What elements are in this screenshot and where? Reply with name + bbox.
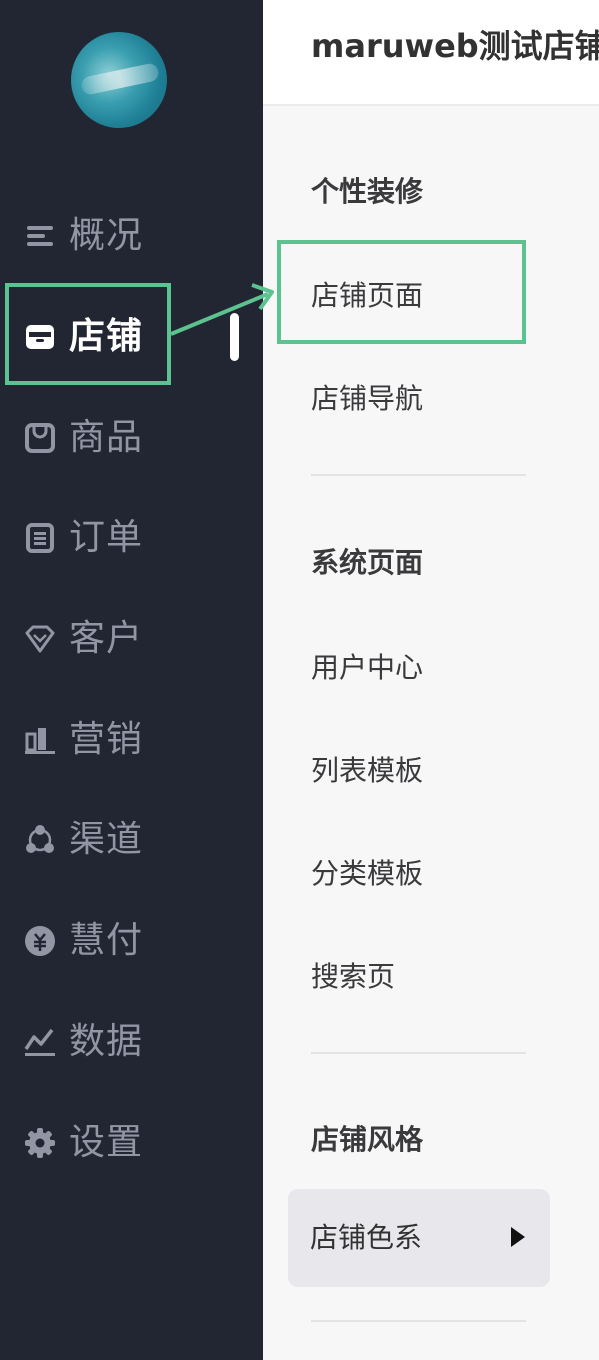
sidebar-item-settings[interactable]: 设置 — [0, 1093, 263, 1193]
sidebar-item-payment[interactable]: 慧付 — [0, 891, 263, 991]
primary-sidebar: 概况 店铺 商品 订单 客户 营销 渠道 慧付 数据 设置 — [0, 0, 263, 1360]
divider — [311, 474, 526, 476]
sidebar-item-label: 客户 — [69, 618, 144, 659]
sidebar-item-customer[interactable]: 客户 — [0, 589, 263, 689]
channel-icon — [24, 824, 56, 856]
store-avatar[interactable] — [71, 32, 167, 128]
goods-icon — [24, 422, 56, 454]
customer-icon — [24, 623, 56, 655]
group-title-store-style: 店铺风格 — [311, 1123, 424, 1156]
active-indicator — [230, 313, 239, 361]
sidebar-item-label: 概况 — [69, 215, 144, 256]
settings-icon — [24, 1127, 56, 1159]
sidebar-item-order[interactable]: 订单 — [0, 488, 263, 588]
callout-box-store — [5, 283, 171, 385]
callout-box-store-page — [277, 240, 526, 344]
subnav-item-user-center[interactable]: 用户中心 — [311, 646, 423, 686]
subnav-item-store-navigation[interactable]: 店铺导航 — [311, 377, 423, 417]
sidebar-item-label: 慧付 — [69, 920, 144, 961]
page-title: maruweb测试店铺 — [311, 27, 599, 65]
sidebar-item-marketing[interactable]: 营销 — [0, 690, 263, 790]
marketing-icon — [24, 724, 56, 756]
subnav-item-list-template[interactable]: 列表模板 — [311, 749, 423, 789]
sidebar-item-label: 数据 — [69, 1021, 144, 1062]
divider — [311, 1052, 526, 1054]
expand-arrow-icon — [511, 1227, 525, 1247]
order-icon — [24, 522, 56, 554]
sidebar-item-data[interactable]: 数据 — [0, 992, 263, 1092]
data-icon — [24, 1026, 56, 1058]
subnav-item-search-page[interactable]: 搜索页 — [311, 955, 395, 995]
sidebar-item-label: 营销 — [69, 719, 144, 760]
overview-icon — [24, 220, 56, 252]
sidebar-item-label: 渠道 — [69, 819, 144, 860]
divider — [311, 1320, 526, 1322]
subnav-item-store-color[interactable]: 店铺色系 — [288, 1189, 550, 1287]
subnav-item-label: 店铺色系 — [310, 1221, 423, 1254]
sidebar-item-label: 商品 — [69, 417, 144, 458]
sidebar-item-goods[interactable]: 商品 — [0, 388, 263, 488]
top-header: maruweb测试店铺 — [263, 0, 599, 106]
payment-icon — [24, 925, 56, 957]
sidebar-item-label: 订单 — [69, 517, 144, 558]
sidebar-item-overview[interactable]: 概况 — [0, 186, 263, 286]
sidebar-item-channel[interactable]: 渠道 — [0, 790, 263, 890]
subnav-item-category-template[interactable]: 分类模板 — [311, 852, 423, 892]
sidebar-item-label: 设置 — [69, 1122, 144, 1163]
group-title-system-pages: 系统页面 — [311, 546, 424, 579]
group-title-decoration: 个性装修 — [311, 175, 424, 208]
